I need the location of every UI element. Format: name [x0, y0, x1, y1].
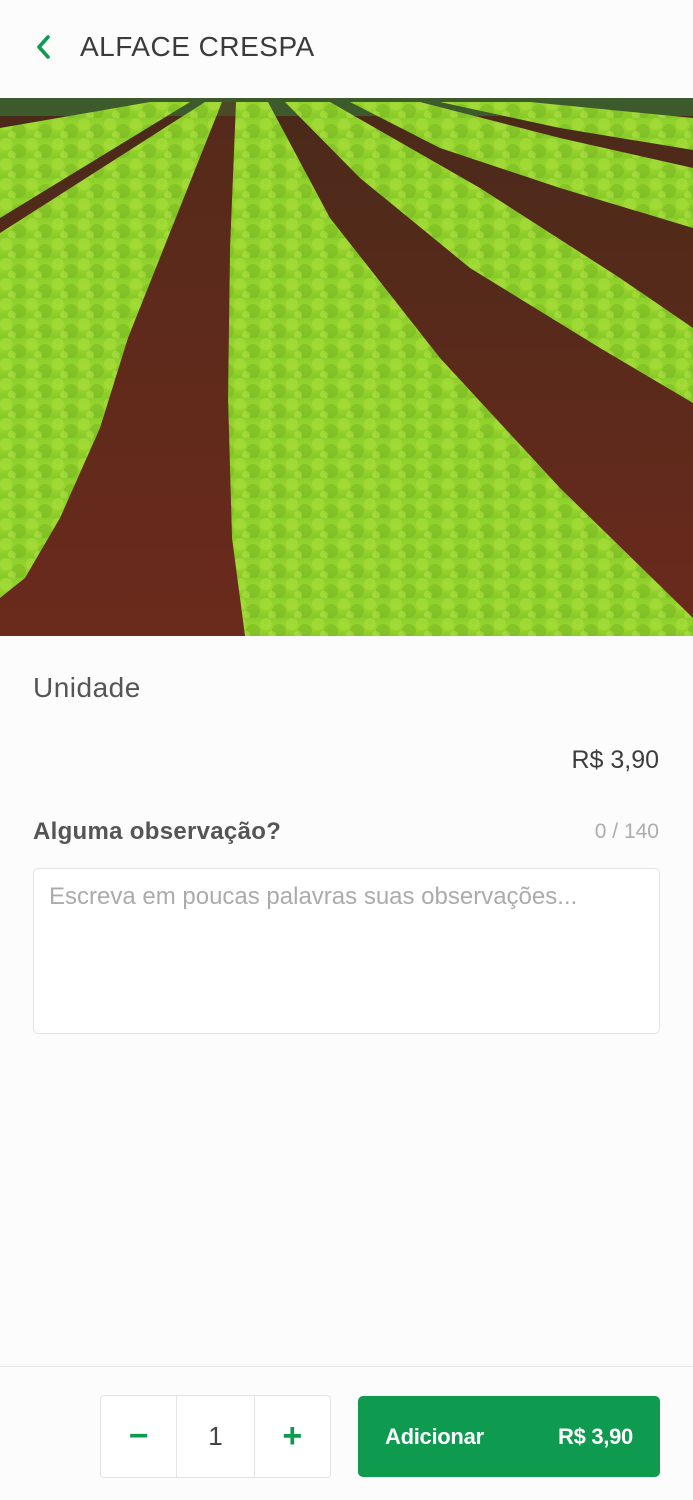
increment-button[interactable]: + — [255, 1396, 330, 1477]
unit-price: R$ 3,90 — [571, 746, 659, 774]
back-button[interactable] — [28, 30, 58, 64]
add-to-cart-button[interactable]: Adicionar R$ 3,90 — [358, 1396, 660, 1477]
product-image — [0, 98, 693, 636]
bottom-action-bar: − 1 + Adicionar R$ 3,90 — [0, 1366, 693, 1500]
chevron-left-icon — [37, 35, 50, 59]
product-detail-screen: ALFACE CRESPA Unidade R$ 3,90 Alguma obs… — [0, 0, 693, 1500]
quantity-value: 1 — [176, 1396, 255, 1477]
add-button-label: Adicionar — [385, 1423, 484, 1449]
observation-char-counter: 0 / 140 — [594, 820, 659, 843]
observation-title: Alguma observação? — [33, 818, 282, 845]
observation-textarea[interactable] — [33, 868, 660, 1034]
decrement-button[interactable]: − — [101, 1396, 176, 1477]
add-button-price: R$ 3,90 — [558, 1423, 633, 1449]
page-title: ALFACE CRESPA — [80, 31, 315, 62]
unit-label: Unidade — [33, 672, 141, 703]
header: ALFACE CRESPA — [0, 0, 693, 98]
quantity-stepper: − 1 + — [100, 1395, 331, 1478]
